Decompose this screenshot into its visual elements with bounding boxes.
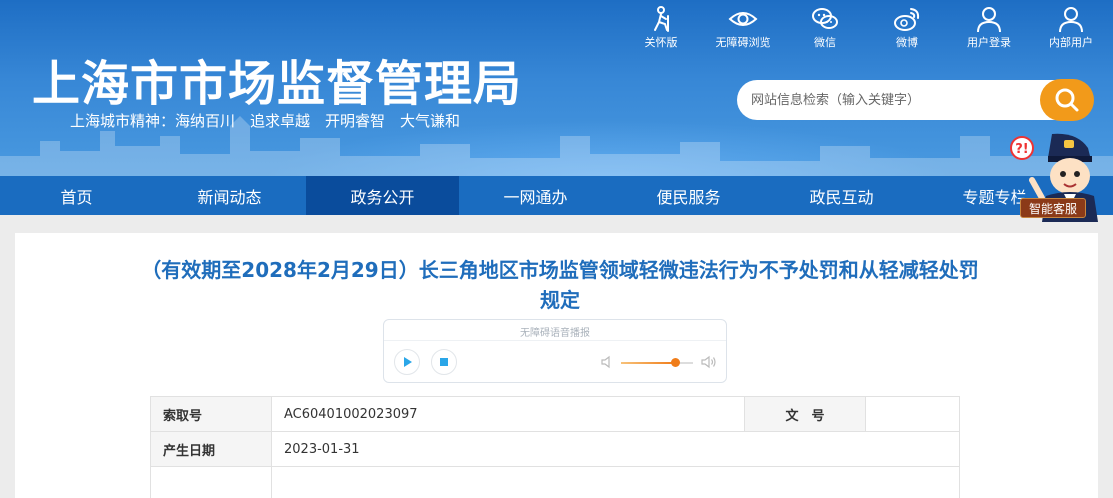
nav-news[interactable]: 新闻动态	[153, 176, 306, 215]
meta-empty-cell	[150, 466, 272, 498]
meta-key-index-number: 索取号	[150, 396, 272, 432]
internal-user-link[interactable]: 内部用户	[1030, 4, 1112, 50]
search-button[interactable]	[1040, 79, 1094, 121]
wechat-icon	[812, 8, 838, 29]
meta-value-document-number	[865, 396, 960, 432]
volume-low-icon[interactable]	[600, 354, 616, 370]
meta-value-index-number: AC60401002023097	[271, 396, 745, 432]
stop-icon	[440, 358, 448, 366]
city-slogan: 上海城市精神：海纳百川 追求卓越 开明睿智 大气谦和	[70, 112, 461, 130]
care-version-link[interactable]: 关怀版	[620, 4, 702, 50]
wechat-link[interactable]: 微信	[784, 4, 866, 50]
weibo-icon	[894, 8, 920, 31]
site-header: 上海市市场监督管理局 上海城市精神：海纳百川 追求卓越 开明睿智 大气谦和 关怀…	[0, 0, 1113, 176]
smart-service-label[interactable]: 智能客服	[1020, 198, 1086, 218]
main-nav: 首页 新闻动态 政务公开 一网通办 便民服务 政民互动 专题专栏	[0, 176, 1113, 215]
voice-player-title: 无障碍语音播报	[520, 328, 590, 339]
volume-slider-handle[interactable]	[671, 358, 680, 367]
document-meta-table: 索取号 AC60401002023097 文 号 产生日期 2023-01-31	[150, 396, 960, 498]
voice-player: 无障碍语音播报	[383, 319, 727, 383]
nav-convenience-service[interactable]: 便民服务	[612, 176, 765, 215]
meta-key-creation-date: 产生日期	[150, 431, 272, 467]
table-row: 产生日期 2023-01-31	[150, 431, 960, 467]
volume-slider-fill	[621, 362, 675, 364]
care-version-label: 关怀版	[644, 36, 678, 49]
wechat-label: 微信	[814, 36, 836, 49]
site-title[interactable]: 上海市市场监督管理局	[32, 44, 522, 114]
nav-government-affairs[interactable]: 政务公开	[306, 176, 459, 215]
article-card: （有效期至2028年2月29日）长三角地区市场监管领域轻微违法行为不予处罚和从轻…	[15, 233, 1098, 498]
accessible-browse-label: 无障碍浏览	[715, 36, 771, 49]
table-row	[150, 466, 960, 498]
document-title: （有效期至2028年2月29日）长三角地区市场监管领域轻微违法行为不予处罚和从轻…	[141, 258, 979, 312]
player-divider	[384, 340, 726, 341]
elderly-care-icon	[654, 6, 669, 32]
internal-user-label: 内部用户	[1049, 36, 1093, 49]
search-icon	[1055, 88, 1079, 112]
user-login-label: 用户登录	[967, 36, 1011, 49]
eye-icon	[728, 12, 758, 26]
nav-one-network-service[interactable]: 一网通办	[459, 176, 612, 215]
volume-slider[interactable]	[621, 358, 693, 367]
top-utility-links: 关怀版 无障碍浏览 微信 微博 用户登录 内部用户	[620, 4, 1112, 50]
table-row: 索取号 AC60401002023097 文 号	[150, 396, 960, 432]
nav-interaction[interactable]: 政民互动	[765, 176, 918, 215]
volume-high-icon[interactable]	[701, 354, 717, 370]
weibo-label: 微博	[896, 36, 918, 49]
nav-home[interactable]: 首页	[0, 176, 153, 215]
user-icon	[1059, 7, 1083, 33]
svg-text:?!: ?!	[1015, 142, 1028, 157]
meta-value-creation-date: 2023-01-31	[271, 431, 960, 467]
user-login-link[interactable]: 用户登录	[948, 4, 1030, 50]
play-icon	[404, 357, 412, 367]
user-icon	[977, 7, 1001, 33]
site-search	[737, 79, 1094, 121]
search-input[interactable]	[751, 88, 1031, 112]
stop-button[interactable]	[431, 349, 457, 375]
accessible-browse-link[interactable]: 无障碍浏览	[702, 4, 784, 50]
meta-key-document-number: 文 号	[744, 396, 866, 432]
meta-empty-cell	[271, 466, 960, 498]
weibo-link[interactable]: 微博	[866, 4, 948, 50]
play-button[interactable]	[394, 349, 420, 375]
